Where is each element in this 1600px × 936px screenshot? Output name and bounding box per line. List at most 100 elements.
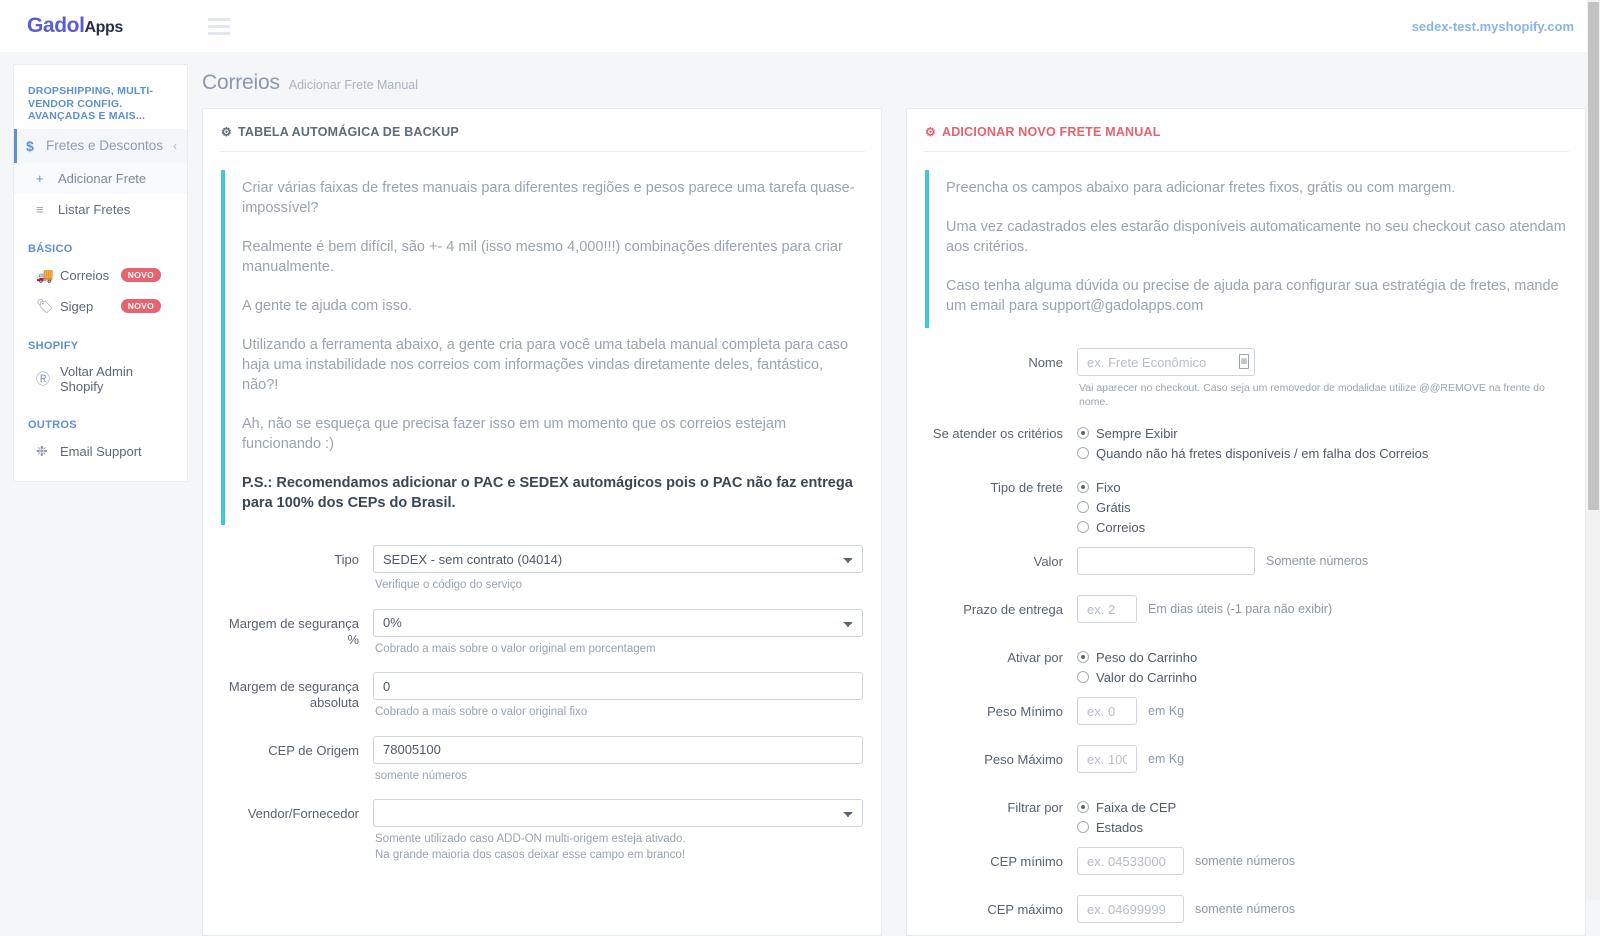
field-label: Peso Máximo [925,745,1077,768]
store-url-link[interactable]: sedex-test.myshopify.com [1412,19,1574,34]
field-spacer [1077,875,1567,893]
field-label: Filtrar por [925,793,1077,816]
filtrar-por-radio-group: Faixa de CEP Estados [1077,793,1567,845]
app-logo[interactable]: GadolApps [27,14,123,38]
sidebar-item-label: Voltar Admin Shopify [60,364,177,394]
sidebar-group-heading-shopify: SHOPIFY [14,322,187,357]
radio-label: Fixo [1096,480,1121,495]
field-unit: somente números [1195,854,1295,868]
field-hint: Cobrado a mais sobre o valor original fi… [373,700,863,734]
radio-label: Valor do Carrinho [1096,670,1197,685]
form-row-vendor: Vendor/Fornecedor Somente utilizado caso… [221,799,863,876]
form-row-ativar-por: Ativar por Peso do Carrinho Valor do Car… [925,643,1567,695]
sidebar-item-fretes-e-descontos[interactable]: $ Fretes e Descontos ‹ [14,129,187,163]
logo-secondary-text: Apps [85,19,123,36]
field-label: Ativar por [925,643,1077,666]
sidebar-item-adicionar-frete[interactable]: + Adicionar Frete [14,163,187,194]
form-row-peso-minimo: Peso Mínimo em Kg [925,697,1567,743]
radio-quando-falha-correios[interactable]: Quando não há fretes disponíveis / em fa… [1077,443,1567,463]
radio-label: Peso do Carrinho [1096,650,1197,665]
valor-input[interactable] [1077,547,1255,575]
radio-label: Quando não há fretes disponíveis / em fa… [1096,446,1428,461]
card-header: ⚙ TABELA AUTOMÁGICA DE BACKUP [203,109,881,151]
field-label: Prazo de entrega [925,595,1077,618]
criterios-radio-group: Sempre Exibir Quando não há fretes dispo… [1077,419,1567,471]
form-row-tipo: Tipo SEDEX - sem contrato (04014) Verifi… [221,545,863,607]
peso-maximo-inline: em Kg [1077,745,1567,773]
radio-gratis[interactable]: Grátis [1077,497,1567,517]
field-hint: Somente utilizado caso ADD-ON multi-orig… [373,827,863,876]
nome-input[interactable] [1077,348,1255,376]
radio-icon [1077,671,1089,683]
status-badge: NOVO [121,299,161,313]
sidebar-item-sigep[interactable]: 🏷 Sigep NOVO [14,291,187,322]
radio-icon [1077,427,1089,439]
field-label: Tipo [221,545,373,568]
field-spacer [1077,623,1567,641]
page-title-text: Correios [202,71,280,95]
sidebar-item-email-support[interactable]: ❉ Email Support [14,436,187,467]
form-row-margem-pct: Margem de segurança % 0% Cobrado a mais … [221,609,863,671]
field-label: Margem de segurança % [221,609,373,649]
radio-peso-do-carrinho[interactable]: Peso do Carrinho [1077,647,1567,667]
prazo-inline: Em dias úteis (-1 para não exibir) [1077,595,1567,623]
logo-primary-text: Gadol [27,14,85,37]
form-row-margem-abs: Margem de segurança absoluta Cobrado a m… [221,672,863,734]
cep-origem-input[interactable] [373,736,863,764]
field-label: CEP mínimo [925,847,1077,870]
sidebar-group-heading-outros: OUTROS [14,401,187,436]
field-label: CEP de Origem [221,736,373,759]
field-label: Margem de segurança absoluta [221,672,373,712]
radio-label: Sempre Exibir [1096,426,1178,441]
sidebar-item-label: Email Support [60,444,177,459]
field-spacer [1077,773,1567,791]
radio-faixa-de-cep[interactable]: Faixa de CEP [1077,797,1567,817]
card-header-text: ADICIONAR NOVO FRETE MANUAL [942,125,1161,139]
field-hint: Vai aparecer no checkout. Caso seja um r… [1077,376,1567,417]
scrollbar-thumb[interactable] [1588,2,1599,510]
hamburger-icon[interactable] [208,18,230,35]
sidebar-section-title: DROPSHIPPING, MULTI-VENDOR CONFIG. AVANÇ… [14,65,187,129]
list-icon: ≡ [36,202,58,217]
tag-icon: 🏷 [36,298,60,315]
valor-inline: Somente números [1077,547,1567,575]
tipo-frete-radio-group: Fixo Grátis Correios [1077,473,1567,545]
radio-icon [1077,821,1089,833]
field-label: Peso Mínimo [925,697,1077,720]
notice-paragraph: Utilizando a ferramenta abaixo, a gente … [242,335,863,395]
radio-label: Correios [1096,520,1145,535]
radio-label: Grátis [1096,500,1131,515]
divider [923,151,1569,152]
field-hint-line: Somente utilizado caso ADD-ON multi-orig… [375,832,863,848]
hamburger-bar [208,25,230,28]
info-notice: Criar várias faixas de fretes manuais pa… [221,170,863,525]
card-header: ⚙ ADICIONAR NOVO FRETE MANUAL [907,109,1585,151]
lifebuoy-icon: ❉ [36,443,60,460]
field-hint: somente números [373,764,863,798]
plus-icon: + [36,171,58,186]
prazo-entrega-input[interactable] [1077,595,1137,623]
sidebar-item-listar-fretes[interactable]: ≡ Listar Fretes [14,194,187,225]
margem-seguranca-absoluta-input[interactable] [373,672,863,700]
radio-label: Estados [1096,820,1143,835]
radio-icon [1077,801,1089,813]
status-badge: NOVO [121,268,161,282]
sidebar-item-correios[interactable]: 🚚 Correios NOVO [14,260,187,291]
field-spacer [1077,725,1567,743]
sidebar-item-voltar-admin-shopify[interactable]: Ⓡ Voltar Admin Shopify [14,357,187,401]
vendor-fornecedor-select[interactable] [373,799,863,827]
peso-maximo-input[interactable] [1077,745,1137,773]
margem-seguranca-pct-select[interactable]: 0% [373,609,863,637]
tipo-select[interactable]: SEDEX - sem contrato (04014) [373,545,863,573]
radio-estados[interactable]: Estados [1077,817,1567,837]
cep-minimo-input[interactable] [1077,847,1184,875]
radio-valor-do-carrinho[interactable]: Valor do Carrinho [1077,667,1567,687]
radio-fixo[interactable]: Fixo [1077,477,1567,497]
radio-sempre-exibir[interactable]: Sempre Exibir [1077,423,1567,443]
peso-minimo-input[interactable] [1077,697,1137,725]
field-label: Vendor/Fornecedor [221,799,373,822]
radio-correios[interactable]: Correios [1077,517,1567,537]
notice-paragraph: Criar várias faixas de fretes manuais pa… [242,178,863,218]
page-scrollbar[interactable] [1587,0,1600,900]
field-hint: Verifique o código do serviço [373,573,863,607]
